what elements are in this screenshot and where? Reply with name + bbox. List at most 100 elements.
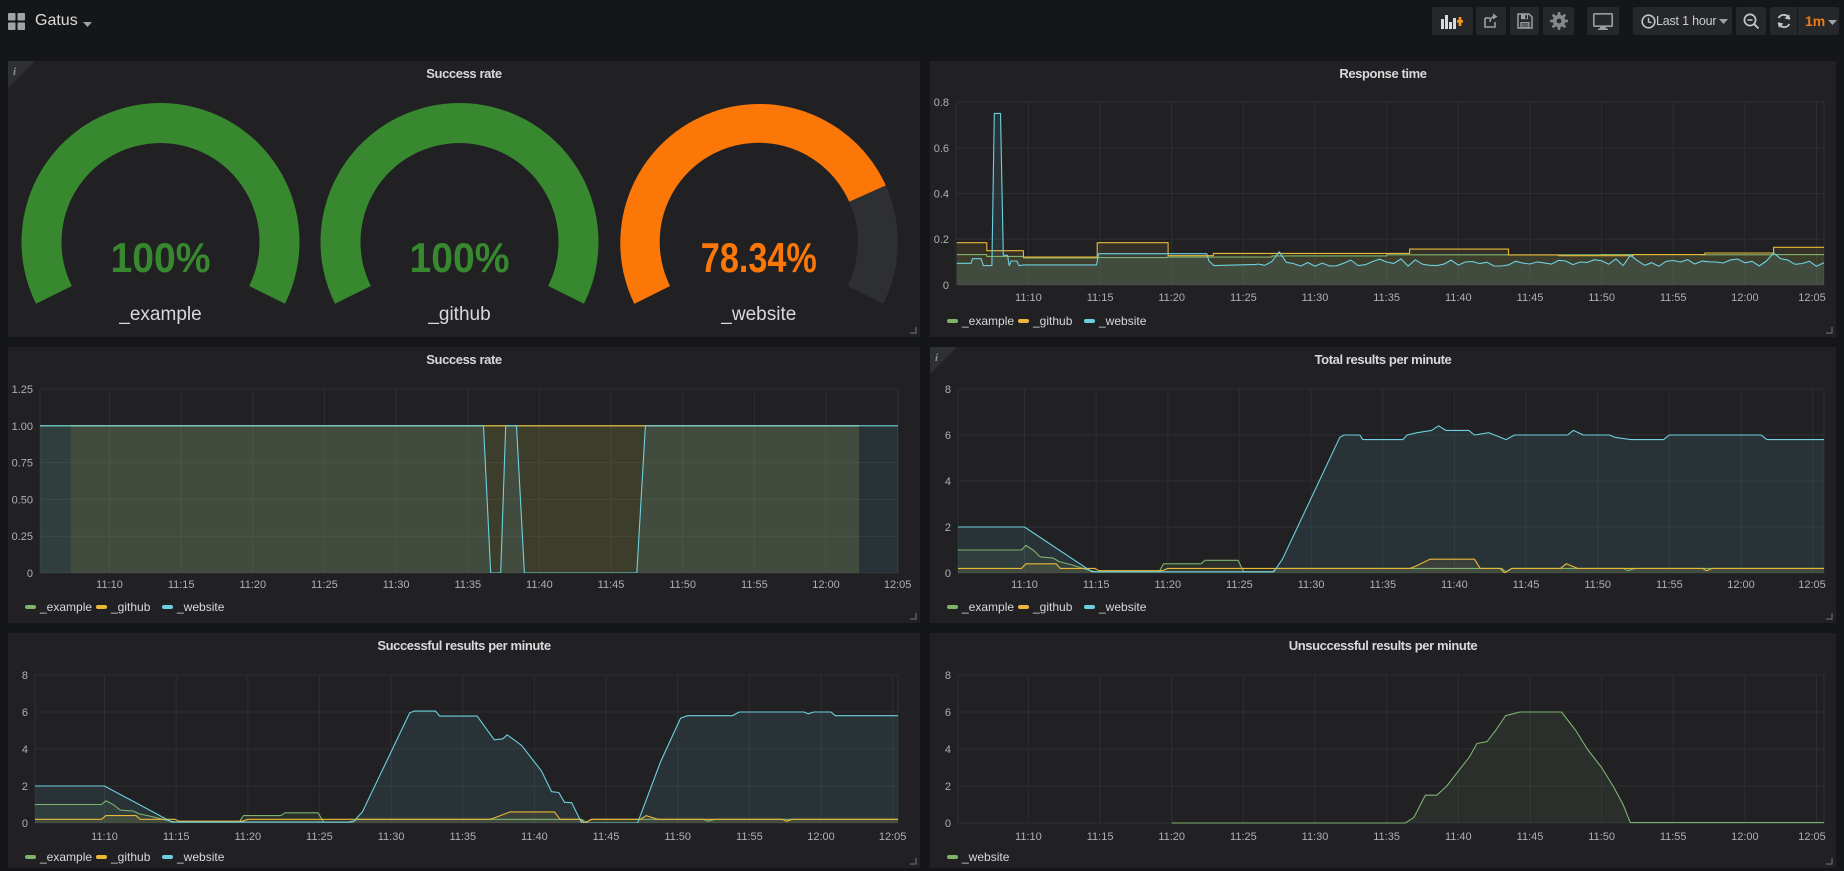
svg-text:11:35: 11:35	[454, 579, 481, 591]
svg-text:_github: _github	[427, 304, 490, 325]
svg-text:11:15: 11:15	[1083, 579, 1110, 591]
svg-text:_example: _example	[39, 850, 92, 864]
svg-text:6: 6	[22, 707, 28, 719]
svg-text:11:55: 11:55	[741, 579, 768, 591]
svg-text:11:20: 11:20	[1158, 292, 1185, 304]
svg-text:11:50: 11:50	[664, 831, 691, 843]
svg-text:0.8: 0.8	[934, 97, 949, 109]
svg-text:2: 2	[945, 781, 951, 793]
svg-text:Successful results per minute: Successful results per minute	[377, 638, 551, 653]
svg-text:11:35: 11:35	[1373, 292, 1400, 304]
svg-text:4: 4	[945, 476, 951, 488]
svg-text:_example: _example	[961, 600, 1014, 614]
svg-text:11:40: 11:40	[1445, 831, 1472, 843]
svg-text:11:50: 11:50	[1588, 831, 1615, 843]
svg-text:11:35: 11:35	[1369, 579, 1396, 591]
svg-text:11:45: 11:45	[1517, 292, 1544, 304]
svg-text:12:00: 12:00	[807, 831, 835, 843]
svg-text:11:45: 11:45	[593, 831, 620, 843]
svg-text:_website: _website	[720, 304, 796, 325]
svg-text:11:25: 11:25	[1230, 292, 1257, 304]
svg-text:0.6: 0.6	[934, 143, 949, 155]
svg-text:1.00: 1.00	[12, 421, 33, 433]
svg-text:_github: _github	[110, 850, 151, 864]
svg-text:11:45: 11:45	[598, 579, 625, 591]
svg-text:8: 8	[945, 670, 951, 682]
svg-text:0.75: 0.75	[12, 458, 33, 470]
svg-text:11:45: 11:45	[1513, 579, 1540, 591]
svg-text:Success rate: Success rate	[426, 66, 502, 81]
svg-text:12:00: 12:00	[812, 579, 840, 591]
svg-text:11:15: 11:15	[163, 831, 190, 843]
svg-text:11:40: 11:40	[1445, 292, 1472, 304]
svg-text:_example: _example	[39, 600, 92, 614]
svg-text:11:30: 11:30	[383, 579, 410, 591]
svg-text:11:40: 11:40	[521, 831, 548, 843]
svg-text:12:05: 12:05	[879, 831, 907, 843]
svg-text:100%: 100%	[111, 234, 211, 281]
svg-text:11:25: 11:25	[306, 831, 333, 843]
svg-text:_website: _website	[176, 600, 225, 614]
svg-text:_github: _github	[1032, 600, 1073, 614]
svg-text:100%: 100%	[410, 234, 510, 281]
svg-text:11:55: 11:55	[1660, 831, 1687, 843]
svg-text:Total results per minute: Total results per minute	[1315, 352, 1452, 367]
svg-text:0.4: 0.4	[934, 189, 949, 201]
svg-text:11:50: 11:50	[1584, 579, 1611, 591]
svg-text:11:35: 11:35	[449, 831, 476, 843]
svg-text:4: 4	[945, 744, 951, 756]
svg-text:12:00: 12:00	[1731, 831, 1759, 843]
svg-text:0.2: 0.2	[934, 234, 949, 246]
svg-text:11:25: 11:25	[311, 579, 338, 591]
svg-text:_website: _website	[1098, 600, 1147, 614]
svg-text:11:10: 11:10	[1011, 579, 1038, 591]
svg-text:11:20: 11:20	[1158, 831, 1185, 843]
svg-text:11:10: 11:10	[91, 831, 118, 843]
svg-text:_website: _website	[1098, 314, 1147, 328]
svg-text:11:55: 11:55	[1660, 292, 1687, 304]
svg-text:0.50: 0.50	[12, 494, 33, 506]
svg-text:11:20: 11:20	[239, 579, 266, 591]
svg-text:1.25: 1.25	[12, 384, 33, 396]
svg-text:11:15: 11:15	[1087, 292, 1114, 304]
svg-text:11:40: 11:40	[1441, 579, 1468, 591]
svg-text:78.34%: 78.34%	[701, 234, 817, 281]
svg-text:8: 8	[945, 384, 951, 396]
svg-text:_website: _website	[961, 850, 1010, 864]
svg-text:2: 2	[22, 781, 28, 793]
svg-text:6: 6	[945, 430, 951, 442]
svg-text:11:35: 11:35	[1373, 831, 1400, 843]
svg-text:11:25: 11:25	[1230, 831, 1257, 843]
svg-text:6: 6	[945, 707, 951, 719]
svg-text:11:10: 11:10	[1015, 831, 1042, 843]
svg-text:11:50: 11:50	[669, 579, 696, 591]
svg-text:11:30: 11:30	[378, 831, 405, 843]
svg-text:11:20: 11:20	[234, 831, 261, 843]
svg-text:11:10: 11:10	[1015, 292, 1042, 304]
svg-text:Success rate: Success rate	[426, 352, 502, 367]
svg-text:12:00: 12:00	[1731, 292, 1759, 304]
svg-text:11:55: 11:55	[736, 831, 763, 843]
svg-text:0: 0	[945, 568, 951, 580]
svg-text:_example: _example	[961, 314, 1014, 328]
svg-text:11:30: 11:30	[1298, 579, 1325, 591]
svg-text:0: 0	[945, 818, 951, 830]
svg-text:Response time: Response time	[1339, 66, 1426, 81]
svg-text:11:30: 11:30	[1302, 292, 1329, 304]
svg-text:11:55: 11:55	[1656, 579, 1683, 591]
svg-text:_example: _example	[118, 304, 201, 325]
svg-text:4: 4	[22, 744, 28, 756]
svg-text:12:05: 12:05	[1798, 292, 1826, 304]
svg-text:0: 0	[943, 280, 949, 292]
svg-text:11:15: 11:15	[1087, 831, 1114, 843]
svg-text:12:05: 12:05	[884, 579, 912, 591]
svg-text:12:05: 12:05	[1798, 579, 1826, 591]
svg-text:11:40: 11:40	[526, 579, 553, 591]
svg-text:_github: _github	[110, 600, 151, 614]
svg-text:2: 2	[945, 522, 951, 534]
svg-text:_github: _github	[1032, 314, 1073, 328]
svg-text:11:15: 11:15	[168, 579, 195, 591]
svg-text:0: 0	[27, 568, 33, 580]
svg-text:8: 8	[22, 670, 28, 682]
svg-text:11:10: 11:10	[96, 579, 123, 591]
